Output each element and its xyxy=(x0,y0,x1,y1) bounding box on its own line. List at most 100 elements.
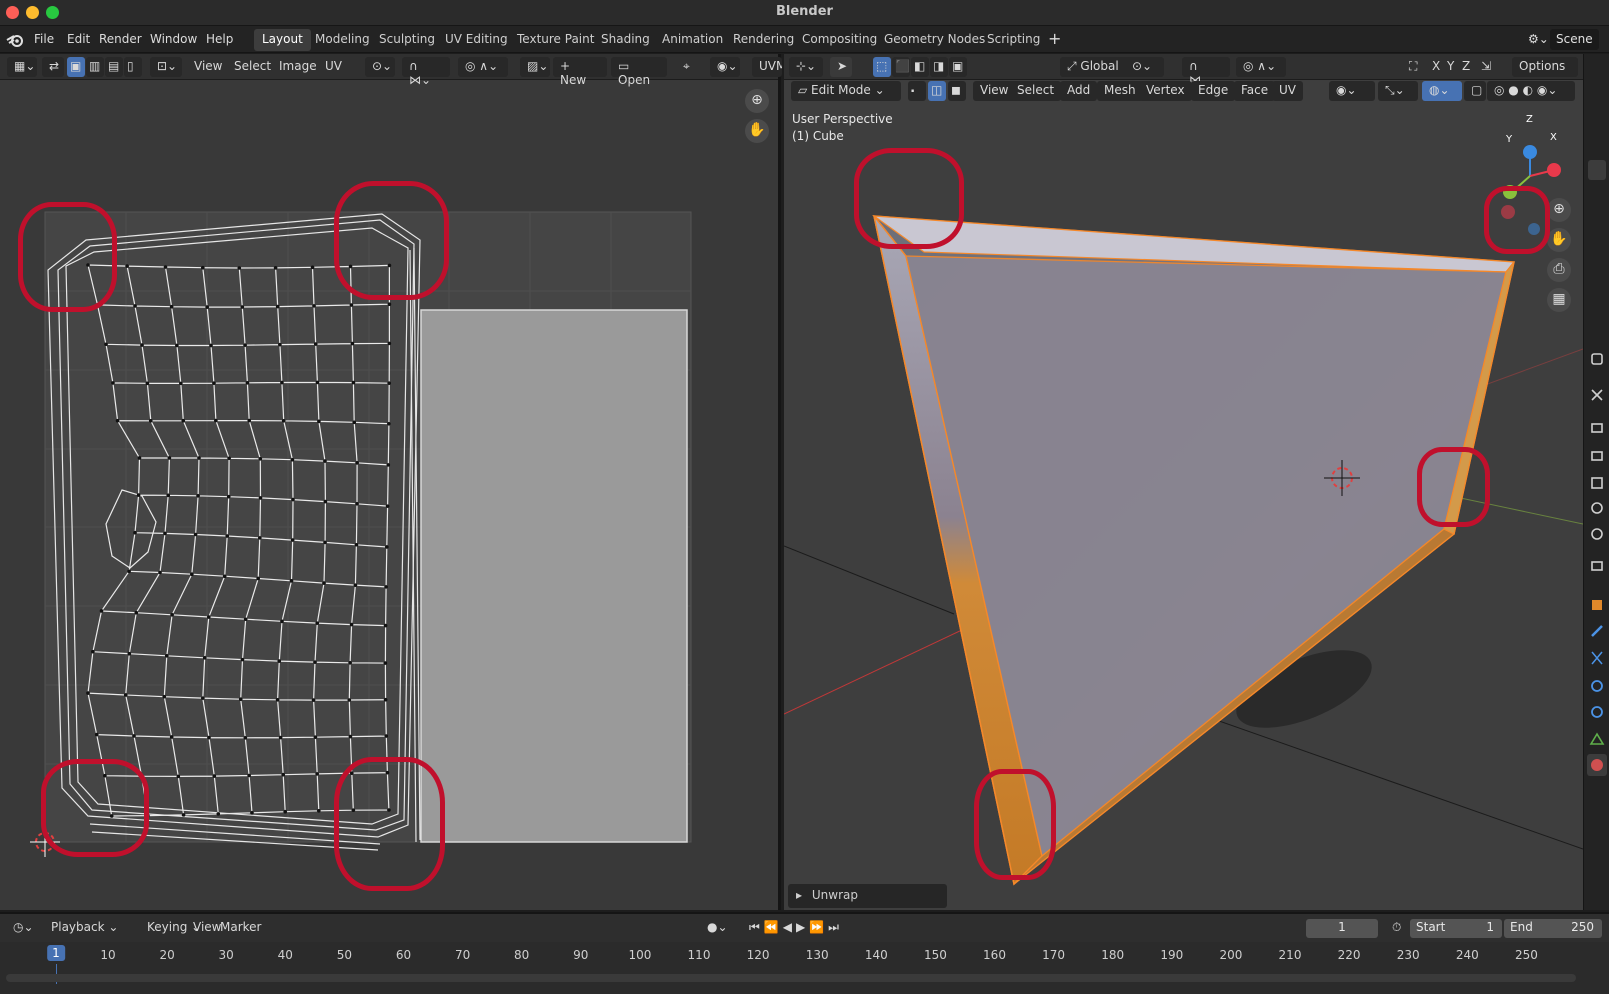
tab-rendering[interactable]: Rendering xyxy=(725,29,802,51)
uv-vertex xyxy=(347,698,352,702)
menu-face[interactable]: Face xyxy=(1234,81,1276,101)
tab-geometry-nodes[interactable]: Geometry Nodes xyxy=(876,29,993,51)
uv-vertex xyxy=(132,734,136,738)
tab-shading[interactable]: Shading xyxy=(593,29,658,51)
vertex-select-icon[interactable]: ▣ xyxy=(67,57,85,77)
menu-image[interactable]: Image xyxy=(272,57,324,77)
menu-vertex[interactable]: Vertex xyxy=(1139,81,1192,101)
tab-uv-editing[interactable]: UV Editing xyxy=(437,29,516,51)
menu-uv[interactable]: UV xyxy=(1272,81,1303,101)
viewport-gizmo-toggle-icon[interactable]: ⛶ xyxy=(1402,57,1424,77)
menu-help[interactable]: Help xyxy=(206,32,233,46)
playback-controls[interactable]: ⏮⏪◀▶⏩⏭ xyxy=(742,918,850,938)
overlays-icon[interactable]: ◍⌄ xyxy=(1422,81,1462,101)
viewport-proportional-icon[interactable]: ◎ ∧⌄ xyxy=(1236,57,1286,77)
uv-vertex xyxy=(212,381,216,385)
options-dropdown[interactable]: Options ⌄ xyxy=(1512,57,1578,87)
image-browse-icon[interactable]: ▨⌄ xyxy=(520,57,550,77)
mirror-icon[interactable]: ⇲ xyxy=(1474,57,1498,77)
menu-mesh[interactable]: Mesh xyxy=(1097,81,1143,101)
vertex-mode-icon[interactable]: ⬝ xyxy=(908,81,926,101)
pan-hand-icon[interactable]: ✋ xyxy=(1547,228,1571,252)
select-intersect-icon[interactable]: ▣ xyxy=(949,57,967,77)
menu-render[interactable]: Render xyxy=(99,32,142,46)
last-operator-panel[interactable]: ▸ Unwrap xyxy=(788,884,947,908)
menu-marker[interactable]: Marker xyxy=(213,918,268,938)
viewport-snap-icon[interactable]: ∩ ⋈⌄ xyxy=(1182,57,1230,87)
menu-select[interactable]: Select xyxy=(1010,81,1062,101)
menu-add[interactable]: Add xyxy=(1060,81,1098,101)
select-tool-icon[interactable]: ➤ xyxy=(830,57,852,77)
timeline-scrollbar[interactable] xyxy=(6,974,1576,982)
island-select-icon[interactable]: ▯ xyxy=(124,57,142,77)
new-image-button[interactable]: + New xyxy=(553,57,607,87)
menu-edit[interactable]: Edit xyxy=(67,32,90,46)
open-image-button[interactable]: ▭ Open xyxy=(611,57,667,87)
snap-icon[interactable]: ∩ ⋈⌄ xyxy=(402,57,450,87)
pivot-icon[interactable]: ⊙⌄ xyxy=(365,57,395,77)
grid-view-icon[interactable]: ▦ xyxy=(1547,288,1571,312)
select-extend-icon[interactable]: ⬛ xyxy=(892,57,910,77)
menu-uv[interactable]: UV xyxy=(318,57,349,77)
tab-compositing[interactable]: Compositing xyxy=(794,29,885,51)
face-select-icon[interactable]: ▤ xyxy=(105,57,123,77)
transform-pivot-icon[interactable]: ⊙⌄ xyxy=(1125,57,1159,77)
overlay-icon[interactable]: ◉⌄ xyxy=(710,57,740,77)
add-workspace-icon[interactable]: + xyxy=(1048,29,1061,48)
blender-logo-icon[interactable] xyxy=(6,31,24,49)
menu-file[interactable]: File xyxy=(34,32,54,46)
proportional-edit-icon[interactable]: ◎ ∧⌄ xyxy=(458,57,508,77)
zoom-icon[interactable]: ⊕ xyxy=(1547,198,1571,222)
menu-select[interactable]: Select xyxy=(227,57,278,77)
visibility-icon[interactable]: ◉⌄ xyxy=(1329,81,1375,101)
current-frame-field[interactable]: 1 xyxy=(1306,919,1378,938)
start-frame-field[interactable]: Start 1 xyxy=(1410,919,1502,938)
sticky-select-icon[interactable]: ⊡⌄ xyxy=(150,57,182,77)
sync-selection-icon[interactable]: ⇄ xyxy=(42,57,64,77)
tab-texture-paint[interactable]: Texture Paint xyxy=(509,29,602,51)
timeline-editor-type-icon[interactable]: ◷⌄ xyxy=(6,918,41,938)
menu-view[interactable]: View xyxy=(187,57,229,77)
uv-vertex xyxy=(134,610,139,615)
camera-icon[interactable]: ⎙ xyxy=(1547,258,1571,282)
select-new-icon[interactable]: ⬚ xyxy=(873,57,891,77)
uv-vertex xyxy=(258,457,263,461)
uv-map-selector[interactable]: UVM xyxy=(752,57,782,77)
annotation-circle xyxy=(41,759,149,857)
gizmo-display-icon[interactable]: ⤡⌄ xyxy=(1378,81,1418,101)
pin-icon[interactable]: ⌖ xyxy=(676,57,697,77)
uv-vertex xyxy=(140,343,144,347)
viewport-editor-type-icon[interactable]: ⊹⌄ xyxy=(789,57,823,77)
uv-vertex xyxy=(387,341,392,346)
uv-vertex xyxy=(197,456,201,460)
menu-edge[interactable]: Edge xyxy=(1191,81,1236,101)
xray-icon[interactable]: ▢ xyxy=(1464,81,1486,101)
3d-viewport[interactable]: ⊹⌄ ➤ ⬚ ⬛ ◧ ◨ ▣ ⤢ Global ⌄ xyxy=(784,54,1583,910)
face-mode-icon[interactable]: ◼ xyxy=(948,81,966,101)
editor-type-icon[interactable]: ▦⌄ xyxy=(7,57,37,77)
tab-layout[interactable]: Layout xyxy=(254,29,311,51)
edge-mode-icon[interactable]: ◫ xyxy=(928,81,946,101)
shading-modes-icon[interactable]: ◎ ● ◐ ◉⌄ xyxy=(1487,81,1575,101)
auto-keying-icon[interactable]: ●⌄ xyxy=(700,918,735,938)
uv-vertex xyxy=(275,698,280,702)
tab-sculpting[interactable]: Sculpting xyxy=(371,29,443,51)
playhead[interactable]: 1 xyxy=(47,945,65,961)
tab-animation[interactable]: Animation xyxy=(654,29,731,51)
edge-select-icon[interactable]: ▥ xyxy=(86,57,104,77)
uv-vertex xyxy=(125,264,129,268)
menu-playback[interactable]: Playback ⌄ xyxy=(44,918,125,938)
uv-vertex xyxy=(123,693,128,697)
tab-modeling[interactable]: Modeling xyxy=(307,29,378,51)
uv-vertex xyxy=(313,735,318,739)
select-subtract-icon[interactable]: ◧ xyxy=(911,57,929,77)
frame-tick-label: 190 xyxy=(1160,948,1184,962)
select-invert-icon[interactable]: ◨ xyxy=(930,57,948,77)
tab-scripting[interactable]: Scripting xyxy=(979,29,1048,51)
uv-vertex xyxy=(201,696,205,700)
stopwatch-icon[interactable]: ⏱ xyxy=(1385,918,1408,938)
menu-window[interactable]: Window xyxy=(150,32,197,46)
mode-dropdown[interactable]: ▱ Edit Mode ⌄ xyxy=(791,81,901,101)
scene-name[interactable]: Scene xyxy=(1550,29,1599,50)
end-frame-field[interactable]: End 250 xyxy=(1504,919,1602,938)
